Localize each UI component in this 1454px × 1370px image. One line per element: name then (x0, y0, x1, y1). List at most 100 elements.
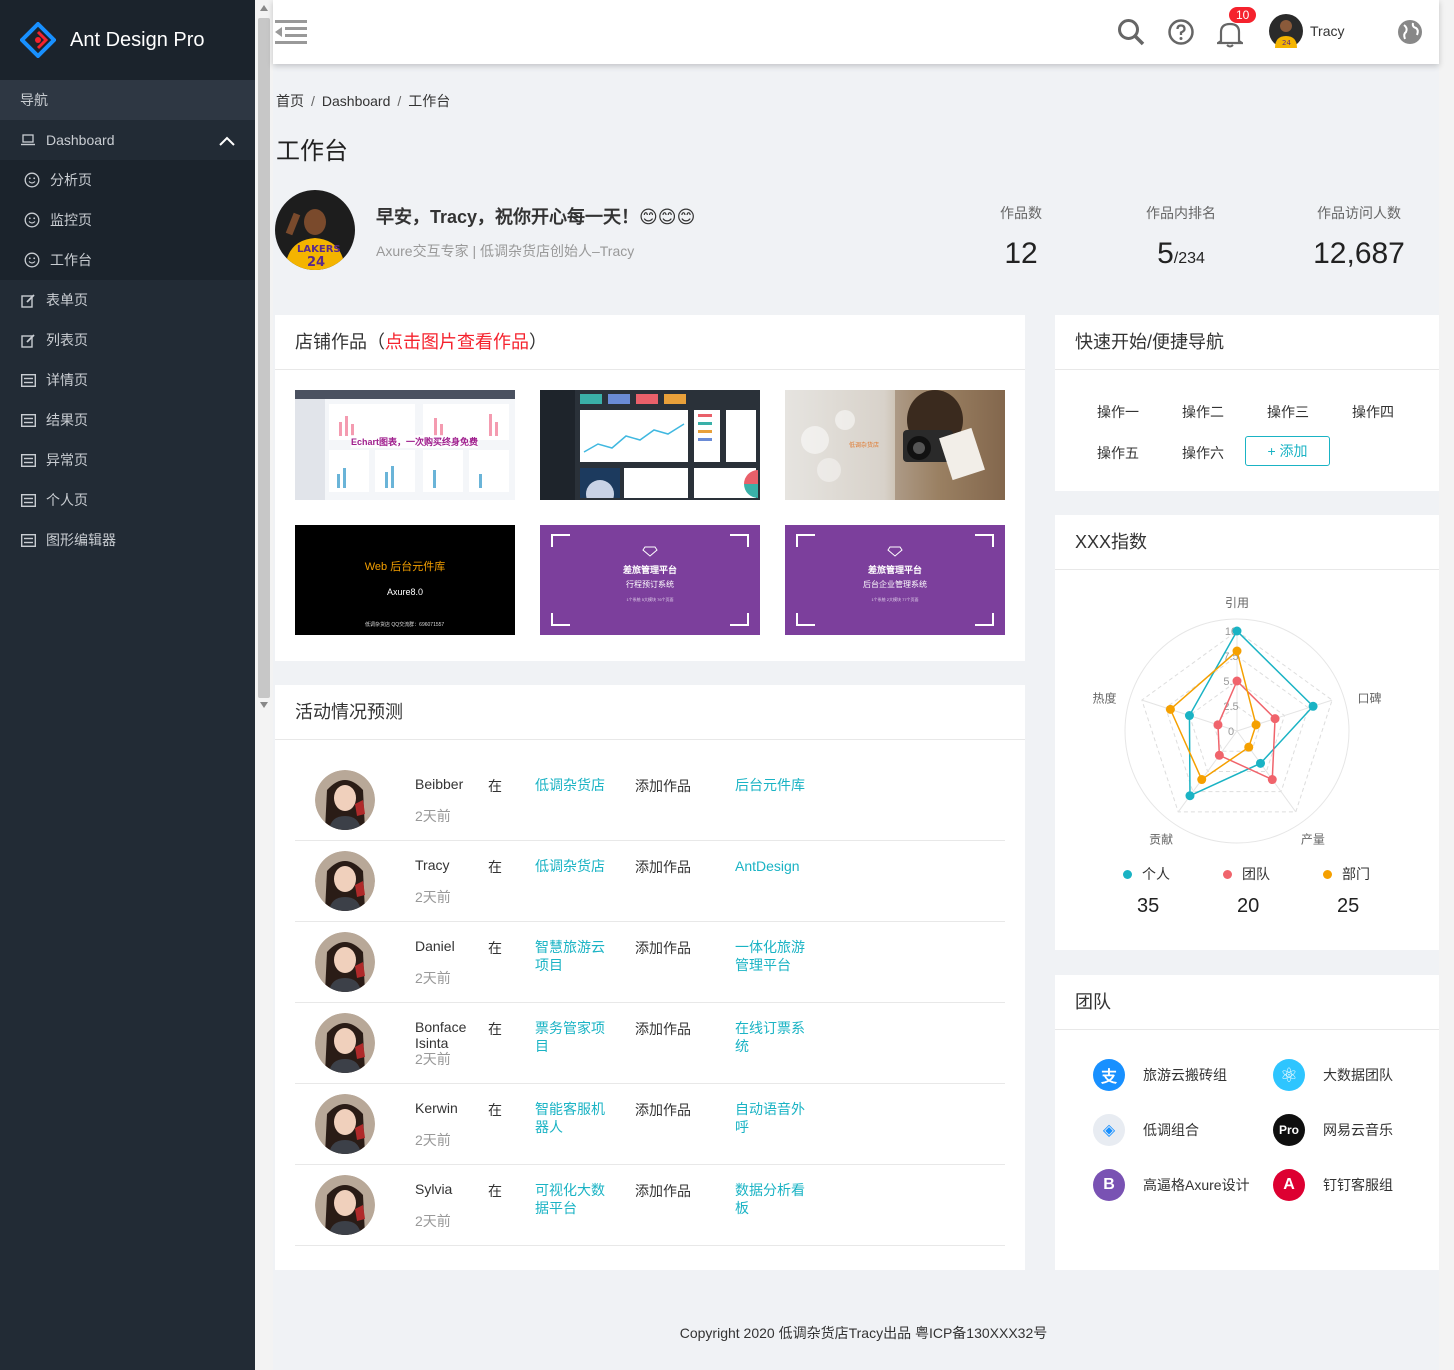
works-title-highlight: 点击图片查看作品 (385, 332, 529, 352)
activity-time: 2天前 (415, 1051, 451, 1067)
team-member[interactable]: ⚛ 大数据团队 (1273, 1059, 1393, 1091)
sidebar-item-analysis[interactable]: 分析页 (0, 160, 255, 200)
chevron-up-icon[interactable] (219, 133, 235, 149)
team-member-name: 高逼格Axure设计 (1143, 1177, 1250, 1193)
avatar (315, 932, 375, 992)
sidebar-item-profile[interactable]: 个人页 (0, 480, 255, 520)
quick-op-2[interactable]: 操作二 (1182, 402, 1224, 422)
quick-op-6[interactable]: 操作六 (1182, 443, 1224, 463)
team-member[interactable]: 支 旅游云搬砖组 (1093, 1059, 1227, 1091)
radar-point (1184, 711, 1194, 721)
scroll-up-arrow-icon[interactable] (260, 5, 268, 11)
dashboard-submenu: 分析页 监控页 工作台 (0, 160, 255, 280)
sidebar-item-monitor[interactable]: 监控页 (0, 200, 255, 240)
activity-target-link[interactable]: 自动语音外呼 (735, 1100, 817, 1136)
globe-icon[interactable] (1397, 19, 1423, 45)
menu-fold-icon[interactable] (275, 20, 307, 44)
activity-project-link[interactable]: 票务管家项目 (535, 1019, 617, 1055)
search-icon[interactable] (1117, 18, 1145, 46)
activity-user-name[interactable]: Bonface Isinta (415, 1019, 475, 1051)
legend-item[interactable]: 团队 (1223, 864, 1270, 884)
scroll-down-arrow-icon[interactable] (260, 702, 268, 708)
activity-project-link[interactable]: 低调杂货店 (535, 857, 617, 875)
sidebar-item-editor[interactable]: 图形编辑器 (0, 520, 255, 560)
list-icon (20, 372, 36, 388)
radar-indicator-label: 口碑 (1358, 690, 1382, 705)
quick-op-5[interactable]: 操作五 (1097, 443, 1139, 463)
team-member[interactable]: B 高逼格Axure设计 (1093, 1169, 1250, 1201)
work-thumbnail[interactable]: Echart图表，一次购买终身免费 (295, 390, 515, 500)
legend-item[interactable]: 个人 (1123, 864, 1170, 884)
logo[interactable]: Ant Design Pro (0, 0, 255, 80)
activity-project-link[interactable]: 可视化大数据平台 (535, 1181, 617, 1217)
activity-target-link[interactable]: 数据分析看板 (735, 1181, 817, 1217)
sidebar-scrollbar[interactable] (255, 0, 273, 1370)
activity-user-name[interactable]: Tracy (415, 857, 475, 873)
scrollbar-thumb[interactable] (258, 18, 270, 698)
work-thumbnail[interactable]: 差旅管理平台 行程预订系统 1个系统 5大模块 76个页面 (540, 525, 760, 635)
alipay-icon: 支 (1093, 1059, 1125, 1091)
legend-dot (1223, 870, 1232, 879)
team-member[interactable]: Pro 网易云音乐 (1273, 1114, 1393, 1146)
activity-user-name[interactable]: Kerwin (415, 1100, 475, 1116)
sidebar-item-form[interactable]: 表单页 (0, 280, 255, 320)
ant-design-logo-icon (20, 22, 56, 58)
activity-user-name[interactable]: Beibber (415, 776, 475, 792)
sidebar-item-detail[interactable]: 详情页 (0, 360, 255, 400)
sidebar-item-workplace[interactable]: 工作台 (0, 240, 255, 280)
sidebar-item-exception[interactable]: 异常页 (0, 440, 255, 480)
radar-point (1232, 676, 1242, 686)
activity-target-link[interactable]: 一体化旅游管理平台 (735, 938, 817, 974)
breadcrumb-dashboard[interactable]: Dashboard (322, 93, 391, 109)
activity-time: 2天前 (415, 1132, 451, 1148)
team-card-title: 团队 (1055, 975, 1439, 1030)
activity-project-link[interactable]: 低调杂货店 (535, 776, 617, 794)
breadcrumb-home[interactable]: 首页 (276, 93, 304, 109)
list-icon (20, 412, 36, 428)
activity-user-name[interactable]: Sylvia (415, 1181, 475, 1197)
activity-target-link[interactable]: 后台元件库 (735, 776, 817, 794)
sidebar-item-list[interactable]: 列表页 (0, 320, 255, 360)
team-member[interactable]: A 钉钉客服组 (1273, 1169, 1393, 1201)
activity-time: 2天前 (415, 1213, 451, 1229)
bootstrap-icon: B (1093, 1169, 1125, 1201)
activity-target-link[interactable]: AntDesign (735, 857, 817, 875)
profile-subtitle: Axure交互专家 | 低调杂货店创始人–Tracy (376, 243, 635, 259)
laptop-icon (20, 132, 36, 148)
page-scrollbar[interactable] (1439, 0, 1454, 1370)
activity-row: Kerwin 2天前 在 智能客服机器人 添加作品 自动语音外呼 (295, 1084, 1005, 1165)
work-thumbnail[interactable]: Web 后台元件库 Axure8.0 低调杂货店 QQ交流群：696071557 (295, 525, 515, 635)
activity-user-name[interactable]: Daniel (415, 938, 475, 954)
work-thumbnail[interactable]: 差旅管理平台 后台企业管理系统 1个系统 2大模块 77个页面 (785, 525, 1005, 635)
thumb-caption: 差旅管理平台 (867, 565, 922, 575)
radar-indicator-label: 贡献 (1149, 832, 1173, 847)
quick-nav-card: 快速开始/便捷导航 操作一 操作二 操作三 操作四 操作五 操作六 + 添加 (1055, 315, 1439, 491)
question-circle-icon[interactable] (1167, 18, 1195, 46)
work-thumbnail[interactable] (540, 390, 760, 500)
header-user-name[interactable]: Tracy (1310, 23, 1344, 39)
legend-label: 个人 (1142, 866, 1170, 882)
team-member[interactable]: ◈ 低调组合 (1093, 1114, 1199, 1146)
work-thumbnail[interactable]: 低调杂货店 (785, 390, 1005, 500)
radar-axis (1236, 730, 1297, 813)
smile-icon (24, 172, 40, 188)
quick-op-4[interactable]: 操作四 (1352, 402, 1394, 422)
sidebar-item-result[interactable]: 结果页 (0, 400, 255, 440)
edit-icon (20, 292, 36, 308)
activity-action: 添加作品 (635, 778, 691, 794)
bell-icon[interactable] (1217, 20, 1243, 48)
user-avatar[interactable]: 24 (1269, 14, 1303, 48)
add-shortcut-button[interactable]: + 添加 (1245, 436, 1330, 466)
stat-value: 12,687 (1313, 237, 1405, 270)
activity-target-link[interactable]: 在线订票系统 (735, 1019, 817, 1055)
legend-item[interactable]: 部门 (1323, 864, 1370, 884)
sidebar-item-dashboard[interactable]: Dashboard (0, 120, 255, 160)
activity-project-link[interactable]: 智慧旅游云项目 (535, 938, 617, 974)
stat-label: 作品数 (1000, 205, 1042, 221)
quick-op-1[interactable]: 操作一 (1097, 402, 1139, 422)
activity-in-text: 在 (488, 940, 502, 956)
avatar (315, 1175, 375, 1235)
activity-project-link[interactable]: 智能客服机器人 (535, 1100, 617, 1136)
quick-op-3[interactable]: 操作三 (1267, 402, 1309, 422)
stat-value: 5 (1157, 237, 1174, 270)
